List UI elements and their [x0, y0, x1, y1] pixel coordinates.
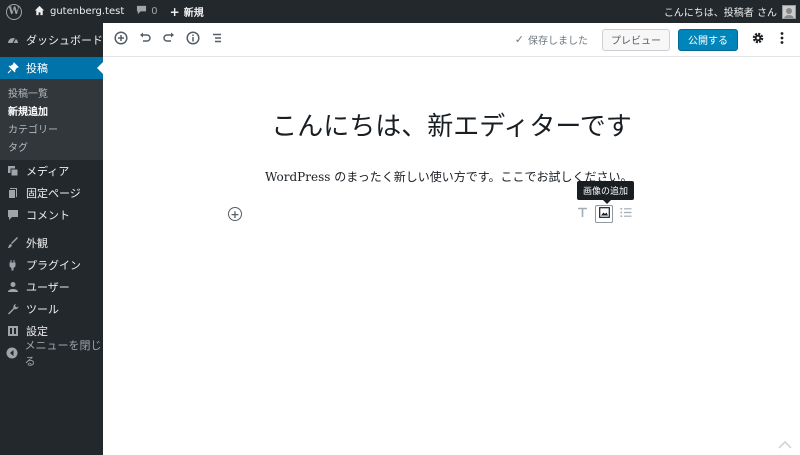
sidebar-item-label: ダッシュボード: [26, 34, 103, 47]
block-navigation-button[interactable]: [205, 28, 229, 52]
block-inserter-button[interactable]: [109, 28, 133, 52]
comments-link[interactable]: 0: [130, 0, 163, 23]
new-label: 新規: [183, 8, 204, 19]
settings-toggle-button[interactable]: [746, 28, 770, 52]
content-info-button[interactable]: [181, 28, 205, 52]
comment-icon: [6, 208, 20, 222]
sidebar-item-dashboard[interactable]: ダッシュボード: [0, 29, 103, 51]
sidebar-item-label: コメント: [26, 209, 70, 222]
plus-circle-icon: +: [230, 207, 240, 221]
more-menu-button[interactable]: [770, 28, 794, 52]
avatar: [782, 4, 796, 19]
redo-button[interactable]: [157, 28, 181, 52]
add-heading-button[interactable]: [571, 204, 593, 224]
page-icon: [6, 186, 20, 200]
gear-icon: [751, 31, 765, 48]
sidebar-item-posts[interactable]: 投稿: [0, 57, 103, 79]
wordpress-logo-menu[interactable]: W: [0, 0, 28, 23]
image-icon: [598, 207, 610, 221]
publish-button[interactable]: 公開する: [678, 28, 738, 51]
media-icon: [6, 164, 20, 178]
sidebar-item-label: 固定ページ: [26, 187, 81, 200]
sidebar-item-media[interactable]: メディア: [0, 160, 103, 182]
site-name: gutenberg.test: [50, 6, 125, 17]
undo-icon: [138, 31, 152, 48]
sidebar-item-comments[interactable]: コメント: [0, 204, 103, 226]
greeting: こんにちは、投稿者 さん: [663, 8, 777, 19]
list-icon: [620, 207, 632, 221]
submenu-item-categories[interactable]: カテゴリー: [0, 119, 103, 137]
tooltip: 画像の追加: [577, 181, 635, 204]
plugin-icon: [6, 258, 20, 272]
pushpin-icon: [6, 61, 20, 75]
my-account-menu[interactable]: こんにちは、投稿者 さん: [664, 4, 800, 19]
submenu-item-tags[interactable]: タグ: [0, 137, 103, 155]
brush-icon: [6, 236, 20, 250]
admin-bar: W gutenberg.test 0 + 新規 こんにちは、投稿者 さん: [0, 0, 800, 23]
editor-header-toolbar: ✓ 保存しました プレビュー 公開する: [103, 23, 800, 57]
settings-icon: [6, 324, 20, 338]
quick-block-inserter: [571, 204, 637, 224]
post-title[interactable]: こんにちは、新エディターです: [103, 106, 800, 143]
submenu-item-all-posts[interactable]: 投稿一覧: [0, 83, 103, 101]
home-icon: [34, 5, 45, 19]
comments-count: 0: [151, 6, 158, 17]
user-icon: [6, 280, 20, 294]
sidebar-item-pages[interactable]: 固定ページ: [0, 182, 103, 204]
collapse-arrow-icon: [6, 346, 18, 360]
sidebar-item-users[interactable]: ユーザー: [0, 276, 103, 298]
collapse-menu-button[interactable]: メニューを閉じる: [0, 339, 103, 368]
submenu-item-add-new[interactable]: 新規追加: [0, 101, 103, 119]
info-icon: [186, 31, 200, 48]
sidebar-item-label: メディア: [26, 165, 70, 178]
preview-button[interactable]: プレビュー: [602, 28, 670, 51]
dashboard-icon: [6, 33, 20, 47]
heading-icon: [577, 207, 588, 221]
save-status: ✓ 保存しました: [515, 32, 588, 47]
more-vertical-icon: [780, 31, 784, 48]
check-icon: ✓: [514, 33, 524, 46]
sidebar-item-label: 外観: [26, 237, 48, 250]
inline-inserter-button[interactable]: +: [228, 207, 242, 221]
collapse-menu-label: メニューを閉じる: [24, 339, 102, 368]
sidebar-item-tools[interactable]: ツール: [0, 298, 103, 320]
sidebar-item-label: ユーザー: [26, 281, 70, 294]
wrench-icon: [6, 302, 20, 316]
undo-button[interactable]: [133, 28, 157, 52]
admin-sidebar: ダッシュボード 投稿 投稿一覧 新規追加 カテゴリー タグ メディア 固定ページ…: [0, 23, 103, 455]
scroll-up-icon: [778, 437, 792, 453]
comment-bubble-icon: [136, 5, 147, 18]
plus-circle-icon: [114, 31, 128, 48]
saved-label: 保存しました: [528, 36, 588, 47]
new-content-link[interactable]: + 新規: [164, 0, 210, 23]
add-image-button[interactable]: [595, 205, 613, 223]
wordpress-logo-icon: W: [6, 3, 22, 20]
editor-content: こんにちは、新エディターです WordPress のまったく新しい使い方です。こ…: [103, 58, 800, 455]
site-name-link[interactable]: gutenberg.test: [28, 0, 130, 23]
redo-icon: [162, 31, 176, 48]
plus-icon: +: [169, 4, 180, 19]
list-view-icon: [210, 31, 224, 48]
sidebar-item-label: ツール: [26, 303, 59, 316]
sidebar-item-appearance[interactable]: 外観: [0, 232, 103, 254]
sidebar-item-label: 投稿: [26, 62, 48, 75]
sidebar-item-label: プラグイン: [26, 259, 81, 272]
posts-submenu: 投稿一覧 新規追加 カテゴリー タグ: [0, 79, 103, 160]
add-list-button[interactable]: [615, 204, 637, 224]
sidebar-item-plugins[interactable]: プラグイン: [0, 254, 103, 276]
